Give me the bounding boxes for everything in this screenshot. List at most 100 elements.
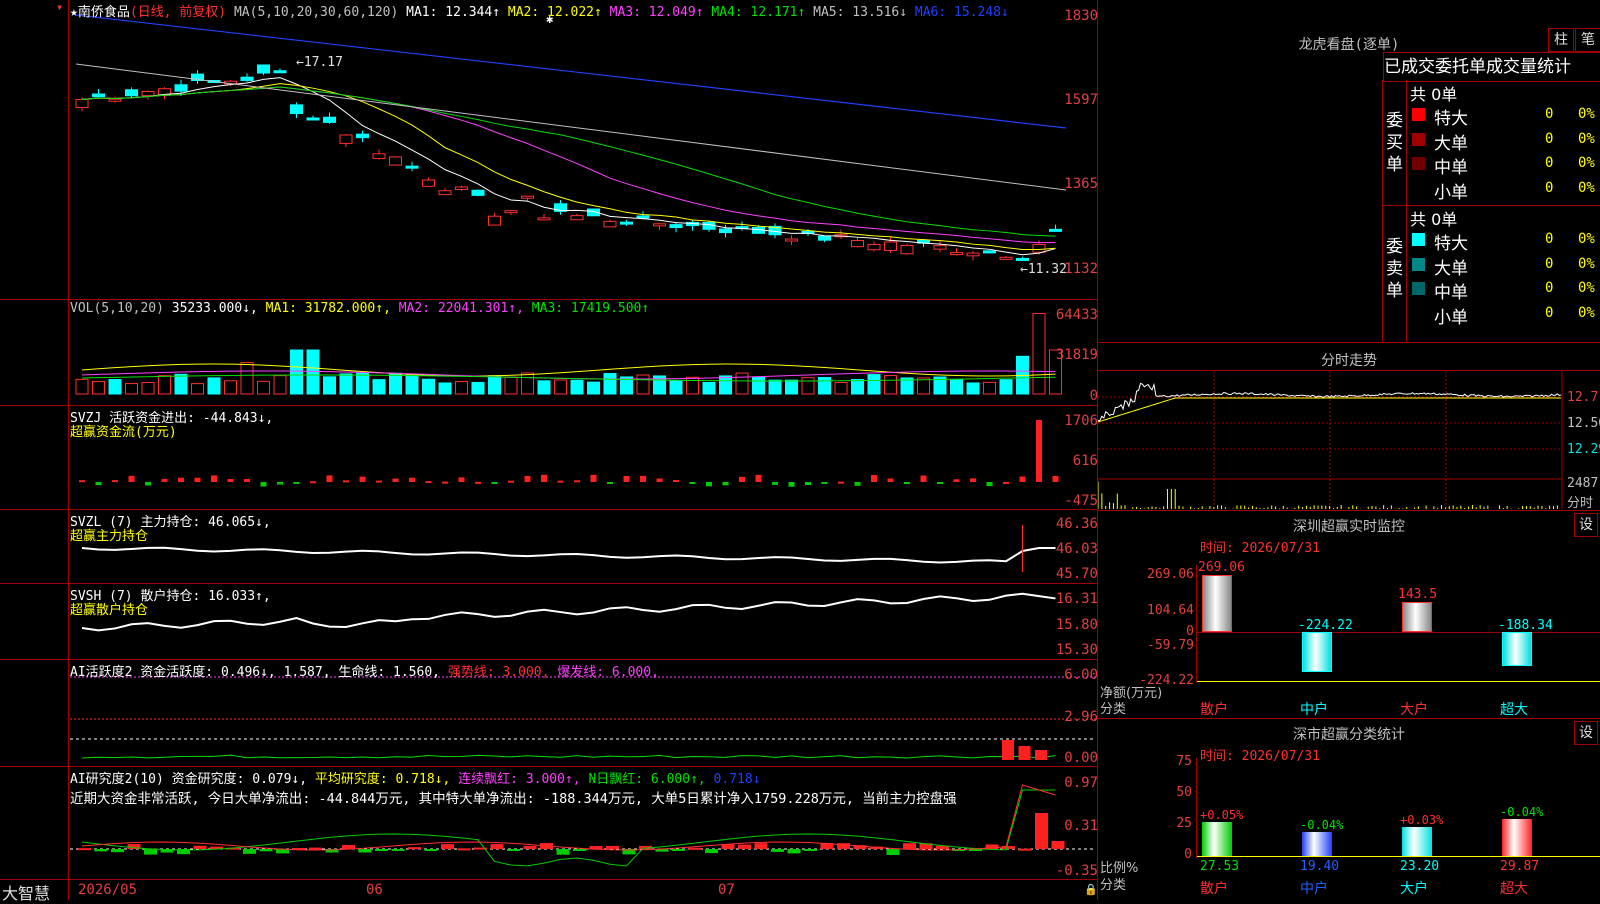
main-chart-area[interactable]: ★南侨食品(日线, 前复权) MA(5,10,20,30,60,120) MA1…: [0, 0, 1098, 903]
volume-bar: [752, 376, 765, 395]
money-flow-bar: [805, 482, 811, 485]
net-amount-value: -188.34: [1498, 618, 1553, 633]
research-bar: [705, 849, 718, 854]
svzl-axis-label: 46.36: [1055, 516, 1098, 532]
svsh-subtitle: 超赢散户持仓: [70, 603, 149, 618]
research-bar: [672, 849, 685, 851]
candle-body: [141, 90, 155, 97]
volume-bar: [422, 378, 435, 395]
svsh-axis-label: 16.31: [1055, 591, 1098, 607]
volume-bar: [521, 372, 534, 395]
chart-canvas: [70, 14, 1096, 867]
candle-body: [521, 195, 534, 199]
category-label: 超大: [1500, 702, 1528, 718]
money-flow-bar: [706, 482, 712, 487]
research-bar: [606, 845, 619, 849]
volume-bar: [92, 380, 105, 395]
intraday-chart[interactable]: [1098, 0, 1600, 900]
money-flow-bar: [227, 479, 234, 482]
axis-line: [1196, 758, 1197, 858]
money-flow-bar: [211, 475, 217, 482]
money-flow-bar: [260, 482, 267, 487]
money-flow-bar: [95, 482, 102, 486]
volume-bar: [471, 381, 485, 395]
ai-active-legend-item: 爆发线: 6.000,: [557, 665, 659, 680]
volume-bar: [207, 377, 221, 395]
money-flow-bar: [359, 476, 366, 482]
candle-body: [620, 221, 633, 225]
candle-body: [471, 189, 485, 196]
volume-legend-item: MA1: 31782.000↑,: [265, 301, 399, 316]
volume-bar: [785, 379, 798, 395]
ai-active-axis-label: 0.00: [1064, 750, 1098, 766]
money-flow-bar: [128, 475, 135, 482]
research-bar: [886, 849, 900, 855]
ma-legend-item: MA6: 15.248↓: [914, 5, 1009, 20]
money-flow-bar: [425, 481, 432, 484]
ratio-change: -0.04%: [1300, 817, 1344, 832]
ai-research-legend-item: 连续飘红: 3.000↑,: [458, 772, 589, 787]
lock-icon[interactable]: 🔒: [1084, 883, 1098, 896]
volume-bar: [290, 349, 303, 395]
ai-research-axis-label: 0.97: [1064, 775, 1098, 791]
ai-active-axis-label: 6.00: [1064, 667, 1098, 683]
volume-bar: [587, 381, 600, 395]
candle-body: [1049, 228, 1062, 232]
volume-bar: [834, 382, 848, 395]
candle-body: [603, 220, 617, 228]
divider: [1098, 718, 1600, 719]
research-bar: [787, 849, 801, 854]
volume-bar: [224, 380, 237, 395]
volume-bar: [273, 375, 287, 395]
sz-class-axis-label: 0: [1184, 847, 1192, 862]
research-bar: [358, 849, 372, 853]
volume-bar: [867, 374, 881, 395]
volume-bar: [537, 380, 551, 395]
candle-body: [669, 224, 683, 228]
ma-line: [81, 86, 1056, 237]
net-amount-bar: [1302, 632, 1332, 673]
volume-bar: [851, 379, 864, 395]
money-flow-bar: [508, 480, 514, 483]
money-flow-bar: [293, 482, 300, 484]
net-amount-value: 269.06: [1198, 560, 1245, 575]
ratio-bar: [1502, 818, 1532, 856]
volume-bar: [158, 375, 171, 395]
volume-bar: [603, 373, 617, 395]
research-bar: [1051, 841, 1065, 849]
volume-bar: [438, 382, 452, 395]
volume-bar: [141, 382, 155, 395]
money-flow-bar: [920, 475, 927, 482]
sz-monitor-settings-button[interactable]: 设: [1574, 513, 1598, 537]
volume-bar: [917, 377, 930, 395]
ai-research-legend-item: N日飘红: 6.000↑,: [588, 772, 714, 787]
sz-class-axis-label: 75: [1176, 754, 1192, 769]
ma-legend-item: MA4: 12.171↑: [711, 5, 814, 20]
money-flow-bar: [656, 478, 663, 482]
intraday-unit-label: 分时: [1567, 496, 1594, 511]
menu-arrow-icon[interactable]: ▾: [56, 0, 63, 14]
ma-line: [81, 77, 1056, 256]
money-flow-bar: [854, 482, 861, 486]
research-bar: [1018, 848, 1032, 851]
brand-label: 大智慧: [2, 884, 51, 903]
volume-bar: [504, 376, 518, 395]
sz-class-settings-button[interactable]: 设: [1574, 721, 1598, 745]
money-flow-bar: [623, 475, 630, 482]
money-flow-bar: [326, 475, 333, 482]
money-flow-bar: [986, 482, 993, 487]
volume-bar: [669, 380, 683, 395]
sz-monitor-title: 深圳超赢实时监控: [1293, 519, 1405, 535]
volume-bar: [306, 349, 320, 395]
category-label: 散户: [1200, 881, 1228, 897]
candle-body: [537, 217, 551, 221]
volume-bar: [191, 383, 204, 395]
money-flow-bar: [871, 475, 877, 482]
volume-bar: [488, 375, 501, 395]
candle-body: [933, 245, 947, 250]
money-flow-bar: [821, 482, 828, 484]
ma-line: [75, 14, 1067, 129]
money-flow-bar: [524, 475, 531, 482]
price-axis-label: 1830: [1064, 8, 1098, 24]
ai-research-axis-label: -0.35: [1055, 863, 1098, 879]
